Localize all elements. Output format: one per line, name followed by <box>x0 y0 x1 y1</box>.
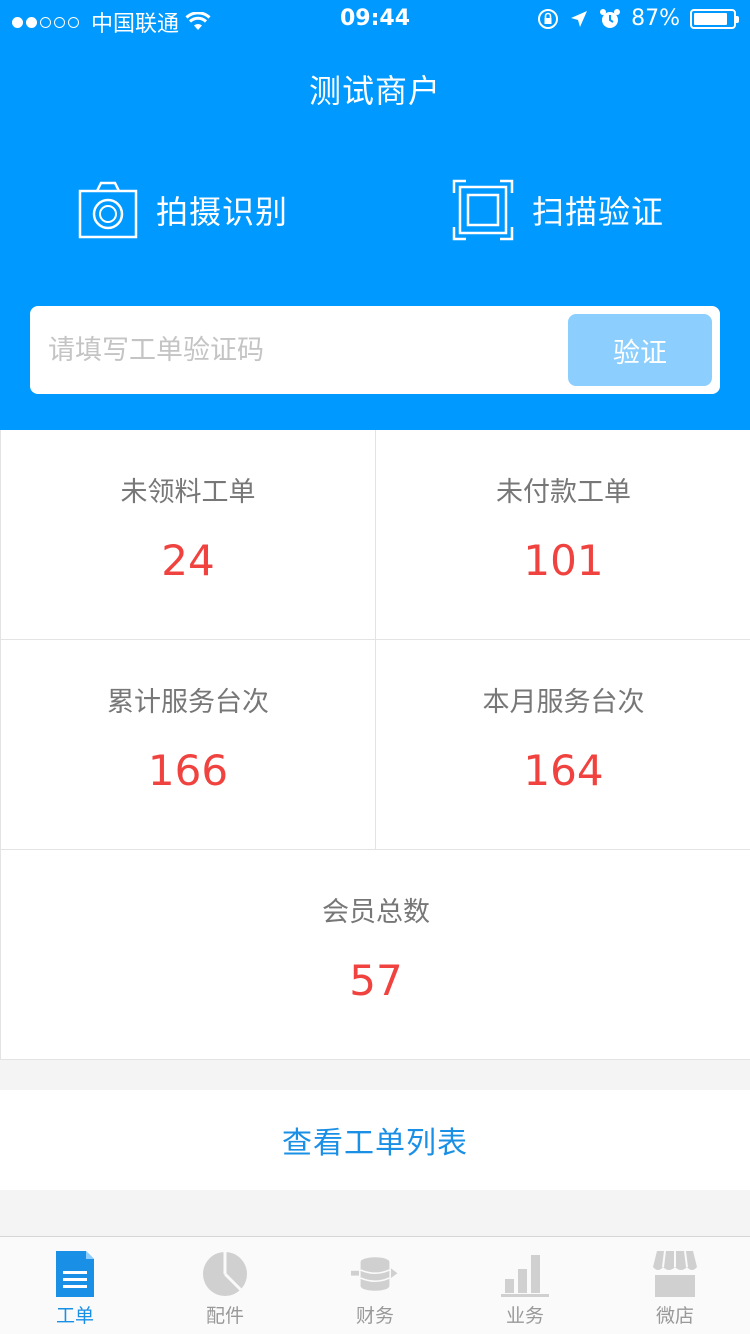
tab-label: 微店 <box>655 1305 694 1327</box>
stat-member-count[interactable]: 会员总数 57 <box>1 850 750 1060</box>
document-icon <box>56 1251 94 1297</box>
stat-label: 未领料工单 <box>120 477 256 508</box>
bar-chart-icon <box>501 1255 549 1297</box>
store-icon <box>653 1251 697 1297</box>
stat-total-services[interactable]: 累计服务台次 166 <box>1 640 376 850</box>
stat-value: 57 <box>349 956 403 1005</box>
stat-label: 会员总数 <box>322 897 430 928</box>
photo-recognize-label: 拍摄识别 <box>156 193 289 231</box>
stat-value: 24 <box>161 536 215 585</box>
stat-unclaimed-orders[interactable]: 未领料工单 24 <box>1 430 376 640</box>
stats-grid: 未领料工单 24 未付款工单 101 累计服务台次 166 本月服务台次 164… <box>0 430 750 1060</box>
view-order-list-link[interactable]: 查看工单列表 <box>0 1090 750 1190</box>
battery-percent: 87% <box>631 6 680 31</box>
alarm-icon <box>600 8 621 28</box>
photo-recognize-button[interactable]: 拍摄识别 <box>78 178 288 242</box>
stat-unpaid-orders[interactable]: 未付款工单 101 <box>376 430 750 640</box>
scan-verify-label: 扫描验证 <box>532 193 665 231</box>
battery-icon <box>690 8 739 29</box>
status-bar: 中国联通 09:44 87% <box>0 0 750 40</box>
scan-verify-button[interactable]: 扫描验证 <box>452 178 664 242</box>
tab-micro-store[interactable]: 微店 <box>600 1237 750 1334</box>
stat-value: 164 <box>523 746 604 795</box>
verify-code-box: 验证 <box>30 306 720 394</box>
tab-label: 配件 <box>205 1305 244 1327</box>
verify-code-input[interactable] <box>48 320 568 380</box>
stat-label: 累计服务台次 <box>107 687 269 718</box>
tab-label: 业务 <box>505 1305 544 1327</box>
stat-value: 101 <box>523 536 604 585</box>
merchant-title: 测试商户 <box>308 72 441 110</box>
tab-business[interactable]: 业务 <box>450 1237 600 1334</box>
tab-label: 财务 <box>355 1305 394 1327</box>
camera-icon <box>78 181 138 239</box>
scan-frame-icon <box>452 179 514 241</box>
stat-label: 本月服务台次 <box>482 687 645 718</box>
stat-value: 166 <box>147 746 229 795</box>
tab-work-orders[interactable]: 工单 <box>0 1237 150 1334</box>
tab-finance[interactable]: 财务 <box>300 1237 450 1334</box>
stat-label: 未付款工单 <box>496 477 631 508</box>
pie-chart-icon <box>203 1252 247 1296</box>
stat-monthly-services[interactable]: 本月服务台次 164 <box>376 640 750 850</box>
coins-icon <box>351 1257 398 1291</box>
rotation-lock-icon <box>538 8 559 29</box>
verify-button[interactable]: 验证 <box>568 314 712 386</box>
tab-label: 工单 <box>55 1305 94 1327</box>
location-icon <box>571 10 588 27</box>
header: 中国联通 09:44 87% 测试商户 拍摄识别 扫描验证 请填写工单验证码 验… <box>0 0 750 430</box>
tab-bar: 工单 配件 财务 业务 微店 <box>0 1236 750 1334</box>
tab-parts[interactable]: 配件 <box>150 1237 300 1334</box>
